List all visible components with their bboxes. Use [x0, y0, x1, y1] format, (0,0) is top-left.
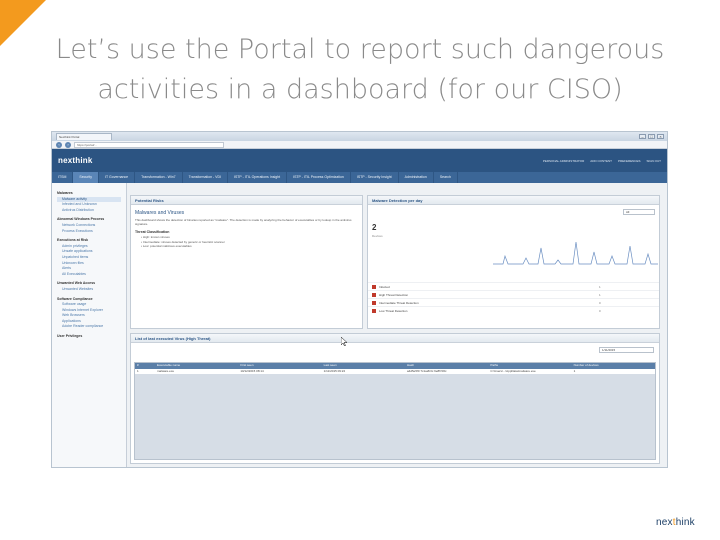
minimize-icon[interactable]: – [639, 134, 646, 139]
detection-legend: Infected 1 High Threat Detection 1 Interme… [368, 282, 659, 314]
tab-transformation-win7[interactable]: Transformation - Win7 [135, 172, 183, 183]
legend-value: 1 [599, 292, 601, 297]
table-cell: a4d5e5f0 7c1a2b3c 9e8f7d6c [406, 369, 447, 373]
sidebar-item-all-executables[interactable]: All Executables [57, 272, 121, 278]
dashboard-main: Potential Risks Malwares and Viruses Thi… [127, 183, 667, 467]
legend-swatch [372, 308, 376, 313]
tab-it-governance[interactable]: IT Governance [99, 172, 136, 183]
table-cell: malware.exe [157, 369, 175, 373]
legend-swatch [372, 300, 376, 305]
legend-swatch [372, 284, 376, 289]
legend-label: Low Threat Detection [379, 308, 408, 313]
legend-swatch [372, 292, 376, 297]
table-cell: 1 [573, 369, 576, 373]
sidebar-item-unwanted-websites[interactable]: Unwanted Websites [57, 287, 121, 293]
tab-security[interactable]: Security [73, 172, 100, 183]
bullet-low-text: Low: potential malicious executables [142, 244, 192, 248]
table-cell: 1 [137, 369, 139, 373]
virus-list-panel: List of last executed Virus (High Threat… [130, 333, 660, 464]
table-cell: 1/11/2015 09:22 [323, 369, 346, 373]
legend-row-low[interactable]: Low Threat Detection 0 [368, 306, 659, 314]
panel-title: Potential Risks [131, 196, 362, 205]
potential-risks-panel: Potential Risks Malwares and Viruses Thi… [130, 195, 363, 329]
user-link-add-content[interactable]: ADD CONTENT [590, 159, 612, 163]
tab-istp-process[interactable]: ISTP - ITIL Process Optimization [287, 172, 351, 183]
legend-row-high[interactable]: High Threat Detection 1 [368, 290, 659, 298]
virus-table: # Executable name First seen Last seen H… [134, 362, 656, 460]
module-tab-bar: ITSM Security IT Governance Transformati… [52, 172, 667, 183]
close-icon[interactable]: × [657, 134, 664, 139]
tab-istp-security[interactable]: ISTP - Security Insight [351, 172, 399, 183]
address-bar: ‹ › https://portal/... [52, 141, 667, 149]
panel-title: Malware Detection per day [368, 196, 659, 205]
brand-logo: nexthink [656, 517, 695, 528]
malware-detection-panel: Malware Detection per day All 2 Devices … [367, 195, 660, 329]
legend-value: 1 [599, 284, 601, 289]
bullet-intermediate-text: Intermediate: viruses detected by generi… [142, 239, 225, 244]
table-row[interactable]: 1 malware.exe 10/12/2015 08:14 1/11/2015… [135, 369, 655, 374]
user-links: PERSONAL ADMINISTRATOR ADD CONTENT PREFE… [543, 159, 661, 163]
app-header: nexthink PERSONAL ADMINISTRATOR ADD CONT… [52, 149, 667, 172]
browser-window: Nexthink Portal – □ × ‹ › https://portal… [51, 131, 668, 468]
tab-administration[interactable]: Administration [399, 172, 434, 183]
app-logo[interactable]: nexthink [58, 156, 93, 165]
legend-row-intermediate[interactable]: Intermediate Threat Detection 0 [368, 298, 659, 306]
legend-row-infected[interactable]: Infected 1 [368, 282, 659, 290]
tab-transformation-vdi[interactable]: Transformation - VDI [183, 172, 228, 183]
forward-arrow-icon[interactable]: › [65, 141, 71, 148]
table-cell: 10/12/2015 08:14 [240, 369, 264, 373]
detection-sparkline [493, 241, 658, 265]
back-arrow-icon[interactable]: ‹ [56, 141, 62, 148]
url-input[interactable]: https://portal/... [74, 141, 224, 148]
sidebar: Malwares Malware activity Infected and U… [52, 183, 127, 467]
legend-value: 0 [599, 308, 601, 313]
legend-value: 0 [599, 300, 601, 305]
user-link-sign-out[interactable]: SIGN OUT [646, 159, 661, 163]
metric-label: Devices [372, 234, 383, 238]
risk-heading: Malwares and Viruses [135, 210, 185, 216]
brand-prefix: nex [656, 517, 673, 528]
date-select[interactable]: 1/11/2015 [599, 347, 654, 353]
sidebar-item-process-executions[interactable]: Process Executions [57, 229, 121, 235]
table-cell: C:\Users\...\AppData\malware.exe [490, 369, 536, 373]
user-link-admin[interactable]: PERSONAL ADMINISTRATOR [543, 159, 584, 163]
slide-title: Let’s use the Portal to report such dang… [40, 30, 680, 110]
legend-label: High Threat Detection [379, 292, 409, 297]
bullet-high-text: High: known viruses [142, 235, 170, 239]
legend-label: Infected [379, 284, 390, 289]
legend-label: Intermediate Threat Detection [379, 300, 419, 305]
sparkline-series [493, 241, 658, 265]
tab-itsm[interactable]: ITSM [52, 172, 74, 183]
brand-suffix: hink [675, 517, 695, 528]
workspace: Malwares Malware activity Infected and U… [52, 183, 667, 467]
browser-tab[interactable]: Nexthink Portal [56, 133, 112, 140]
maximize-icon[interactable]: □ [648, 134, 655, 139]
threat-classification-heading: Threat Classification [135, 230, 170, 234]
mouse-cursor-icon [341, 337, 347, 346]
period-select[interactable]: All [623, 209, 655, 215]
bullet-low: • Low: potential malicious executables [141, 244, 192, 248]
tab-search[interactable]: Search [434, 172, 458, 183]
window-controls: – □ × [639, 134, 667, 139]
user-link-preferences[interactable]: PREFERENCES [618, 159, 641, 163]
panel-title: List of last executed Virus (High Threat… [131, 334, 659, 343]
title-line-2: activities in a dashboard (for our CISO) [97, 74, 623, 105]
browser-chrome: Nexthink Portal – □ × [52, 132, 667, 141]
tab-istp-operations[interactable]: ISTP - ITIL Operations Insight [228, 172, 288, 183]
title-line-1: Let’s use the Portal to report such dang… [55, 34, 665, 65]
sidebar-item-adobe-reader[interactable]: Adobe Reader compliance [57, 324, 121, 330]
sidebar-item-antivirus[interactable]: Antivirus Distribution [57, 208, 121, 214]
risk-description: This dashboard shows the detection of bi… [135, 218, 352, 226]
sidebar-section-user-privileges[interactable]: User Privileges [57, 334, 121, 340]
metric-value: 2 [372, 223, 377, 232]
